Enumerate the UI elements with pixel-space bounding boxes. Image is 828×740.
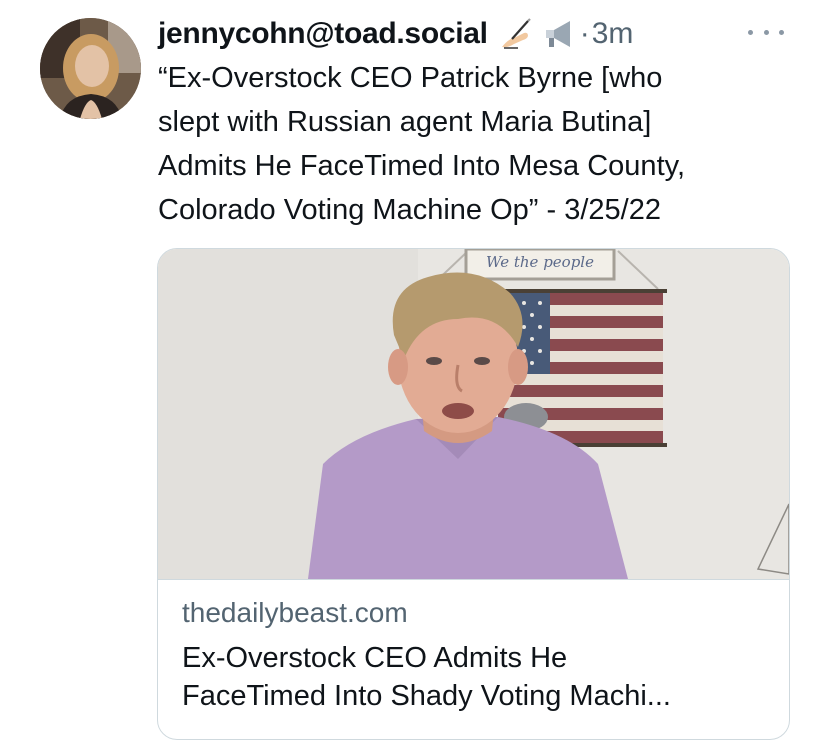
user-handle[interactable]: jennycohn@toad.social [158,17,488,51]
timestamp[interactable]: 3m [592,17,634,51]
link-card[interactable]: We the people thedailybeast.com Ex-Overs… [157,248,790,740]
card-title: Ex-Overstock CEO Admits He FaceTimed Int… [182,642,671,712]
tweet-header: jennycohn@toad.social · 3m [158,12,633,56]
avatar-image [40,18,141,119]
more-options-icon[interactable] [748,22,784,42]
more-dot [779,29,784,35]
sign-text: We the people [486,253,594,271]
megaphone-icon [542,17,576,51]
card-image: We the people [158,249,789,580]
tweet-text: “Ex-Overstock CEO Patrick Byrne [who sle… [158,62,686,226]
avatar[interactable] [40,18,141,119]
more-dot [763,29,769,35]
writing-hand-icon [498,17,532,51]
separator-dot: · [579,17,590,50]
card-domain: thedailybeast.com [182,597,408,628]
more-dot [748,29,753,35]
